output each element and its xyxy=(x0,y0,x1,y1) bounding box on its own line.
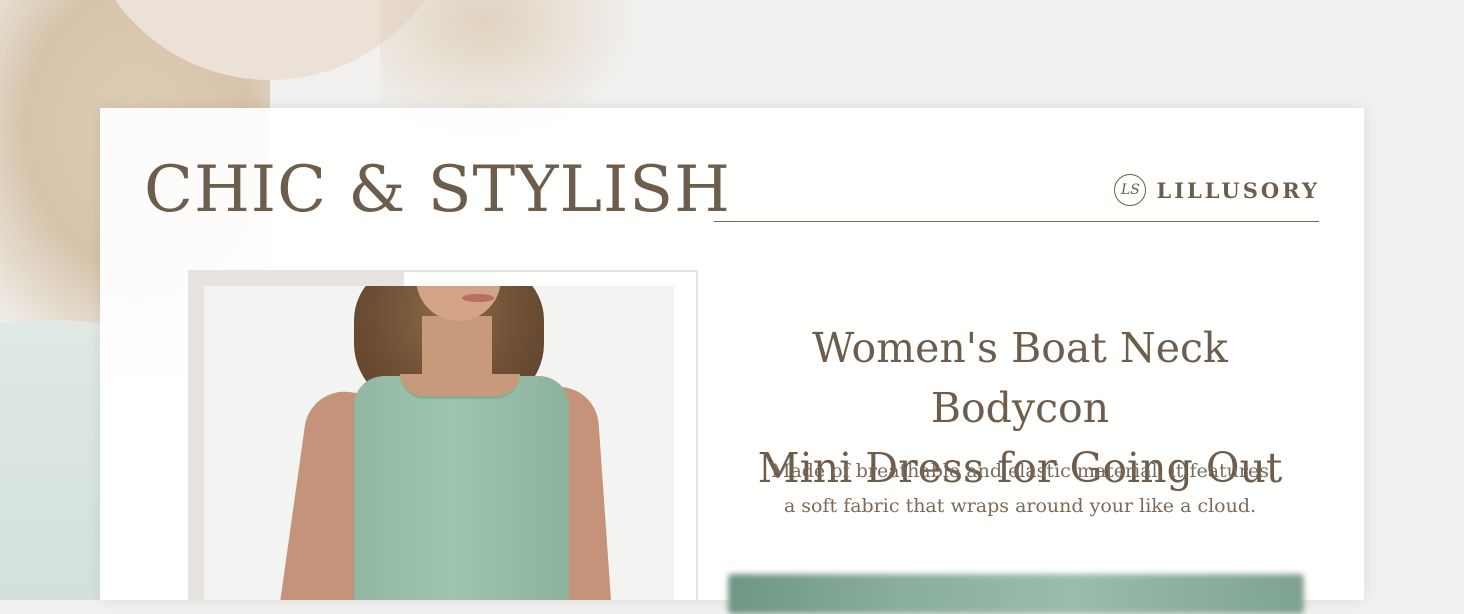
product-card: CHIC & STYLISH LS LILLUSORY Women's Boat… xyxy=(100,108,1364,614)
brand: LS LILLUSORY xyxy=(1114,174,1320,206)
boat-neckline xyxy=(400,374,520,399)
ls-monogram-icon: LS xyxy=(1114,174,1147,206)
header-divider xyxy=(714,221,1319,222)
product-title-line-1: Women's Boat Neck Bodycon xyxy=(812,324,1228,432)
headline: CHIC & STYLISH xyxy=(144,153,731,227)
product-description: Made of breathable and elastic material,… xyxy=(720,454,1320,524)
model-lips xyxy=(462,294,494,302)
background-dress xyxy=(0,330,100,600)
sage-dress xyxy=(354,376,569,600)
product-description-line-1: Made of breathable and elastic material,… xyxy=(770,460,1269,482)
brand-name: LILLUSORY xyxy=(1156,177,1320,203)
fabric-detail-image xyxy=(728,574,1304,614)
product-photo xyxy=(204,286,674,600)
product-description-line-2: a soft fabric that wraps around your lik… xyxy=(783,495,1257,517)
